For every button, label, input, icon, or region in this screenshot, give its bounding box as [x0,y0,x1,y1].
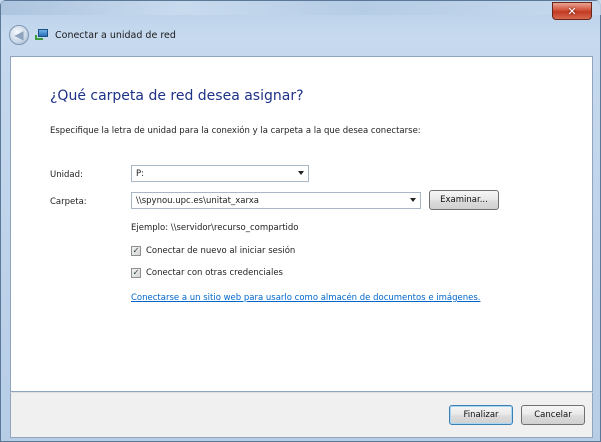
instructions-text: Especifique la letra de unidad para la c… [50,126,421,136]
checkmark-icon: ✓ [132,246,140,255]
browse-button-label: Examinar... [440,195,488,205]
page-title: ¿Qué carpeta de red desea asignar? [50,88,304,104]
reconnect-checkbox[interactable]: ✓ [131,246,141,256]
dialog-window: ✕ ◀ Conectar a unidad de red ¿Qué carpet… [0,0,601,442]
close-icon: ✕ [567,4,577,18]
window-title: Conectar a unidad de red [55,29,176,41]
credentials-label: Conectar con otras credenciales [146,268,283,278]
content-panel: ¿Qué carpeta de red desea asignar? Espec… [10,56,593,392]
window-glass-top [1,1,601,15]
titlebar: ◀ Conectar a unidad de red [9,21,593,49]
close-button[interactable]: ✕ [552,2,592,20]
cancel-button[interactable]: Cancelar [521,405,585,425]
drive-select[interactable]: P: [131,165,309,182]
back-arrow-icon: ◀ [14,28,24,42]
chevron-down-icon [410,198,416,202]
cancel-button-label: Cancelar [534,410,572,420]
browse-button[interactable]: Examinar... [429,190,499,210]
website-link[interactable]: Conectarse a un sitio web para usarlo co… [131,293,480,303]
drive-select-value: P: [136,168,144,179]
credentials-checkbox[interactable]: ✓ [131,268,141,278]
folder-label: Carpeta: [50,197,87,207]
chevron-down-icon [298,171,304,175]
checkmark-icon: ✓ [132,268,140,277]
drive-label: Unidad: [50,170,83,180]
button-bar: Finalizar Cancelar [10,392,593,438]
credentials-checkbox-row[interactable]: ✓ Conectar con otras credenciales [131,268,283,278]
folder-combobox[interactable]: \\spynou.upc.es\unitat_xarxa [131,192,421,209]
reconnect-label: Conectar de nuevo al iniciar sesión [146,246,296,256]
finish-button-label: Finalizar [463,410,499,420]
finish-button[interactable]: Finalizar [449,405,513,425]
back-button[interactable]: ◀ [9,25,29,45]
reconnect-checkbox-row[interactable]: ✓ Conectar de nuevo al iniciar sesión [131,246,295,256]
example-text: Ejemplo: \\servidor\recurso_compartido [131,223,299,233]
folder-input-value: \\spynou.upc.es\unitat_xarxa [136,195,259,206]
network-drive-icon [35,29,49,41]
